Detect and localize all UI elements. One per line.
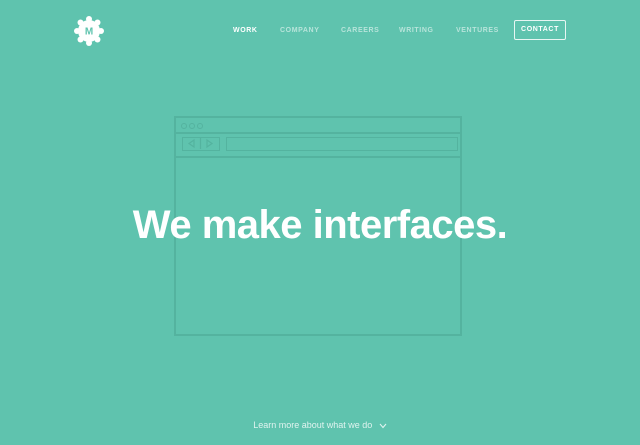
nav-item-company[interactable]: COMPANY <box>280 26 319 35</box>
nav-item-writing[interactable]: WRITING <box>399 26 434 35</box>
browser-url-bar <box>226 137 458 151</box>
hero-headline: We make interfaces. <box>132 203 508 247</box>
window-dot-icon <box>197 123 203 129</box>
window-titlebar-divider <box>176 132 460 134</box>
nav-item-careers[interactable]: CAREERS <box>341 26 379 35</box>
forward-arrow-icon <box>206 138 214 149</box>
learn-more-link[interactable]: Learn more about what we do <box>0 419 640 432</box>
browser-nav-buttons <box>182 137 220 151</box>
chevron-down-icon <box>379 420 387 432</box>
contact-button[interactable]: CONTACT <box>514 20 566 40</box>
main-nav: WORK COMPANY CAREERS WRITING VENTURES CO… <box>0 0 640 60</box>
nav-item-work[interactable]: WORK <box>233 26 258 35</box>
back-arrow-icon <box>187 138 195 149</box>
nav-item-ventures[interactable]: VENTURES <box>456 26 499 35</box>
window-toolbar-divider <box>176 156 460 158</box>
learn-more-label: Learn more about what we do <box>253 420 373 430</box>
window-dot-icon <box>181 123 187 129</box>
window-dot-icon <box>189 123 195 129</box>
